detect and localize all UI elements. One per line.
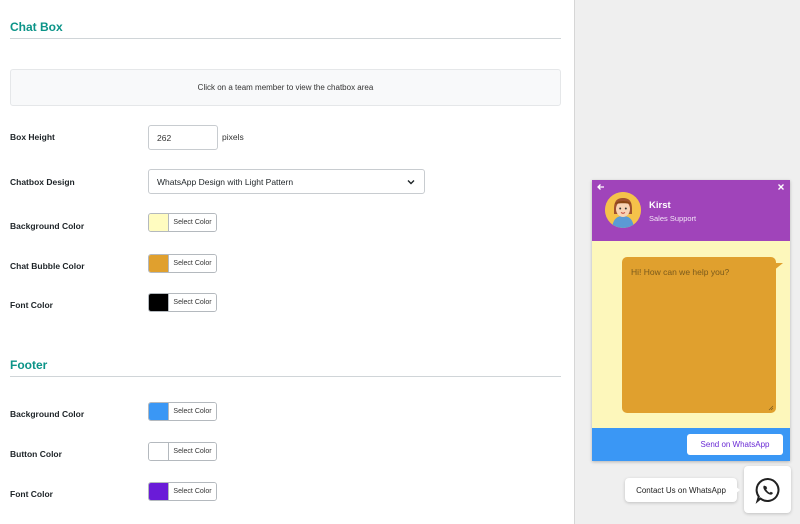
- footer-background-color-picker[interactable]: Select Color: [148, 402, 217, 421]
- color-swatch: [149, 294, 169, 311]
- color-swatch: [149, 443, 169, 460]
- color-swatch: [149, 214, 169, 231]
- chatbox-design-value: WhatsApp Design with Light Pattern: [157, 176, 294, 187]
- select-color-label: Select Color: [169, 214, 216, 231]
- chevron-down-icon: [407, 180, 415, 185]
- background-color-label: Background Color: [10, 221, 85, 231]
- chatbox-notice: Click on a team member to view the chatb…: [10, 69, 561, 106]
- select-color-label: Select Color: [169, 255, 216, 272]
- message-textarea[interactable]: Hi! How can we help you?: [622, 257, 776, 413]
- send-on-whatsapp-button[interactable]: Send on WhatsApp: [687, 434, 783, 455]
- button-color-label: Button Color: [10, 449, 62, 459]
- contact-us-label[interactable]: Contact Us on WhatsApp: [625, 478, 737, 502]
- contact-label-tail: [735, 486, 740, 494]
- chat-header: Kirst Sales Support: [592, 180, 790, 241]
- section-divider: [10, 376, 561, 377]
- section-divider: [10, 38, 561, 39]
- agent-avatar-icon: [605, 192, 641, 228]
- select-color-label: Select Color: [169, 443, 216, 460]
- agent-role: Sales Support: [649, 214, 697, 223]
- select-color-label: Select Color: [169, 403, 216, 420]
- agent-name: Kirst: [649, 200, 671, 211]
- chat-preview-widget: Kirst Sales Support Hi! How can we help …: [592, 180, 790, 461]
- message-placeholder: Hi! How can we help you?: [631, 267, 730, 277]
- whatsapp-launcher-button[interactable]: [744, 466, 791, 513]
- color-swatch: [149, 255, 169, 272]
- back-arrow-icon[interactable]: [596, 182, 606, 192]
- font-color-label: Font Color: [10, 300, 53, 310]
- select-color-label: Select Color: [169, 294, 216, 311]
- font-color-picker[interactable]: Select Color: [148, 293, 217, 312]
- chatbox-design-label: Chatbox Design: [10, 177, 75, 187]
- chat-body: Hi! How can we help you?: [592, 241, 790, 428]
- footer-section-title: Footer: [10, 358, 48, 372]
- footer-font-color-picker[interactable]: Select Color: [148, 482, 217, 501]
- bubble-tail: [773, 263, 783, 271]
- chatbox-design-select[interactable]: WhatsApp Design with Light Pattern: [148, 169, 425, 194]
- background-color-picker[interactable]: Select Color: [148, 213, 217, 232]
- resize-grip-icon[interactable]: [768, 405, 774, 411]
- button-color-picker[interactable]: Select Color: [148, 442, 217, 461]
- color-swatch: [149, 483, 169, 500]
- color-swatch: [149, 403, 169, 420]
- whatsapp-icon: [755, 477, 779, 504]
- footer-font-color-label: Font Color: [10, 489, 53, 499]
- box-height-unit: pixels: [222, 132, 244, 142]
- footer-background-color-label: Background Color: [10, 409, 85, 419]
- chat-bubble-color-label: Chat Bubble Color: [10, 261, 85, 271]
- chat-bubble-color-picker[interactable]: Select Color: [148, 254, 217, 273]
- box-height-input[interactable]: 262: [148, 125, 218, 150]
- settings-panel: Chat Box Click on a team member to view …: [0, 0, 574, 524]
- close-icon[interactable]: [776, 182, 786, 192]
- select-color-label: Select Color: [169, 483, 216, 500]
- avatar: [605, 192, 641, 228]
- chat-footer: Send on WhatsApp: [592, 428, 790, 461]
- box-height-label: Box Height: [10, 132, 55, 142]
- chat-box-section-title: Chat Box: [10, 20, 63, 34]
